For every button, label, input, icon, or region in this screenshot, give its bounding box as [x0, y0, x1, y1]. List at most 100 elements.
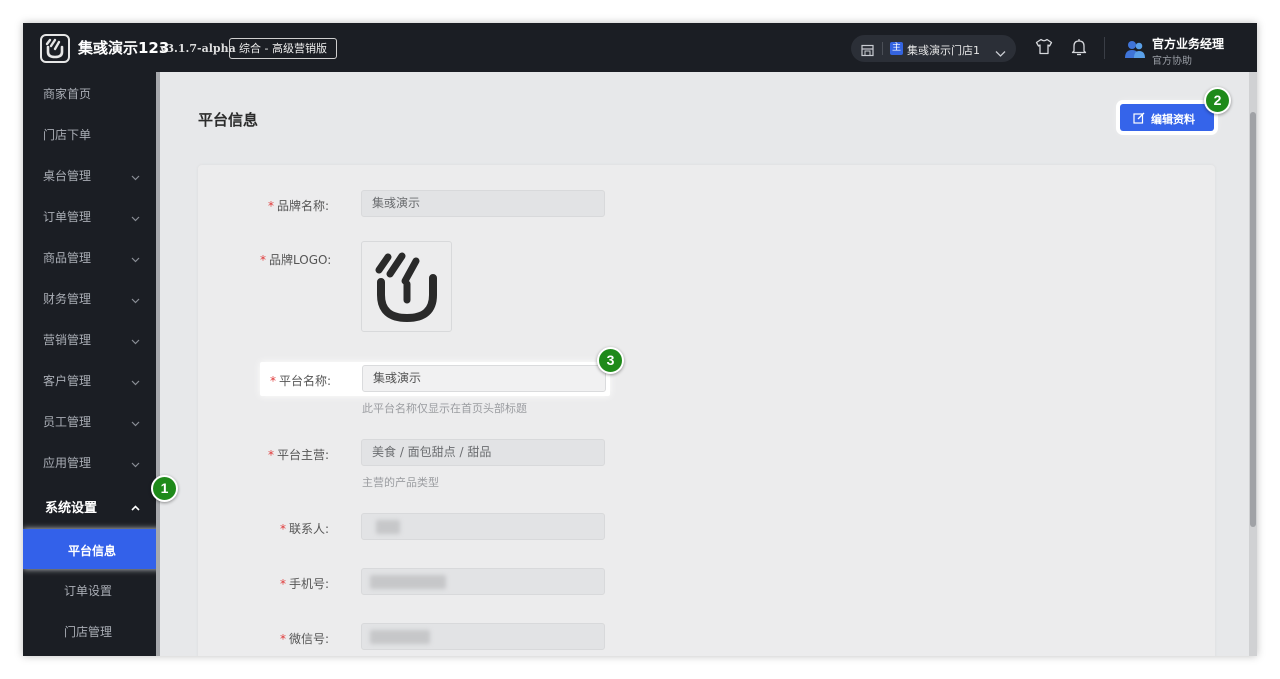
- sidebar-subitem-order-settings[interactable]: 订单设置: [23, 569, 166, 609]
- user-avatar-icon[interactable]: [1124, 39, 1146, 63]
- platform-name-hint: 此平台名称仅显示在首页头部标题: [362, 402, 527, 415]
- top-bar: 集彧演示123 v3.1.7-alpha 综合 - 高级营销版 主 集彧演示门店…: [23, 23, 1257, 72]
- wechat-field[interactable]: [361, 623, 605, 650]
- sidebar-item-label: 商家首页: [43, 87, 92, 101]
- store-selector[interactable]: 主 集彧演示门店1: [851, 35, 1016, 62]
- sidebar-item-label: 商品管理: [43, 251, 92, 265]
- app-logo-icon: [40, 34, 70, 63]
- required-mark: *: [280, 577, 286, 591]
- contact-label: * 联系人:: [280, 520, 329, 537]
- sidebar-item-home[interactable]: 商家首页: [23, 72, 156, 113]
- sidebar-item-label: 门店下单: [43, 128, 92, 142]
- store-badge: 主: [890, 42, 903, 55]
- chevron-down-icon: [131, 416, 140, 430]
- sidebar-item-label: 桌台管理: [43, 169, 92, 183]
- category-label-text: 平台主营:: [277, 448, 330, 462]
- sidebar-item-apps[interactable]: 应用管理: [23, 441, 156, 482]
- sidebar-item-label: 门店管理: [64, 625, 113, 639]
- blurred-value: [370, 575, 446, 589]
- platform-name-label-text: 平台名称:: [279, 374, 332, 388]
- brand-name-label: * 品牌名称:: [268, 197, 329, 214]
- sidebar-item-label: 财务管理: [43, 292, 92, 306]
- sidebar-item-label: 应用管理: [43, 456, 92, 470]
- divider: [1104, 37, 1105, 59]
- phone-field[interactable]: [361, 568, 605, 595]
- sidebar-item-orders[interactable]: 订单管理: [23, 195, 156, 236]
- chevron-down-icon: [131, 293, 140, 307]
- required-mark: *: [280, 632, 286, 646]
- sidebar-subitem-store-management[interactable]: 门店管理: [23, 610, 166, 650]
- app-version: v3.1.7-alpha: [160, 42, 236, 55]
- sidebar-item-staff[interactable]: 员工管理: [23, 400, 156, 441]
- brand-logo-label: * 品牌LOGO:: [260, 251, 331, 268]
- sidebar-item-label: 订单管理: [43, 210, 92, 224]
- category-hint: 主营的产品类型: [362, 476, 439, 489]
- page-title: 平台信息: [198, 111, 259, 129]
- bell-icon[interactable]: [1071, 38, 1087, 60]
- sidebar: 商家首页 门店下单 桌台管理 订单管理 商品管理 财务管理 营销管理 客户管理 …: [23, 72, 166, 656]
- platform-name-label: * 平台名称:: [270, 372, 331, 389]
- user-role: 官方协助: [1152, 56, 1192, 67]
- sidebar-item-label: 平台信息: [68, 544, 117, 558]
- wechat-label-text: 微信号:: [289, 632, 330, 646]
- blurred-value: [376, 520, 400, 534]
- contact-field[interactable]: [361, 513, 605, 540]
- chevron-down-icon: [131, 375, 140, 389]
- sidebar-item-label: 营销管理: [43, 333, 92, 347]
- required-mark: *: [268, 199, 274, 213]
- platform-name-field[interactable]: 集彧演示: [362, 365, 606, 392]
- step-badge-2: 2: [1204, 87, 1231, 114]
- sidebar-subitem-platform-info[interactable]: 平台信息: [23, 529, 166, 569]
- sidebar-item-tables[interactable]: 桌台管理: [23, 154, 156, 195]
- sidebar-item-products[interactable]: 商品管理: [23, 236, 156, 277]
- wechat-label: * 微信号:: [280, 630, 329, 647]
- app-window: 集彧演示123 v3.1.7-alpha 综合 - 高级营销版 主 集彧演示门店…: [23, 23, 1257, 656]
- edit-profile-label: 编辑资料: [1151, 113, 1195, 126]
- step-badge-3: 3: [597, 347, 624, 374]
- scrollbar[interactable]: [1249, 72, 1257, 656]
- contact-label-text: 联系人:: [289, 522, 330, 536]
- required-mark: *: [280, 522, 286, 536]
- brand-logo-label-text: 品牌LOGO:: [269, 253, 332, 267]
- form-card: [198, 165, 1215, 656]
- sidebar-item-label: 订单设置: [64, 584, 113, 598]
- sidebar-item-store-order[interactable]: 门店下单: [23, 113, 156, 154]
- category-field[interactable]: 美食 / 面包甜点 / 甜品: [361, 439, 605, 466]
- brand-name-label-text: 品牌名称:: [277, 199, 330, 213]
- required-mark: *: [268, 448, 274, 462]
- edition-tag: 综合 - 高级营销版: [229, 38, 337, 59]
- sidebar-item-marketing[interactable]: 营销管理: [23, 318, 156, 359]
- divider: [882, 42, 883, 55]
- sidebar-item-finance[interactable]: 财务管理: [23, 277, 156, 318]
- app-title: 集彧演示123: [78, 39, 170, 57]
- user-name[interactable]: 官方业务经理: [1152, 35, 1224, 52]
- sidebar-item-label: 客户管理: [43, 374, 92, 388]
- required-mark: *: [270, 374, 276, 388]
- chevron-down-icon: [131, 457, 140, 471]
- scrollbar-thumb[interactable]: [1250, 112, 1256, 527]
- brand-name-field[interactable]: 集彧演示: [361, 190, 605, 217]
- tshirt-icon[interactable]: [1035, 38, 1053, 59]
- chevron-down-icon: [131, 334, 140, 348]
- category-label: * 平台主营:: [268, 446, 329, 463]
- platform-name-row: * 平台名称: 集彧演示: [260, 362, 610, 396]
- blurred-value: [370, 630, 430, 644]
- sidebar-item-label: 系统设置: [45, 501, 98, 516]
- chevron-down-icon: [995, 43, 1006, 62]
- step-badge-1: 1: [151, 475, 178, 502]
- edit-profile-button[interactable]: 编辑资料: [1120, 104, 1214, 131]
- edit-icon: [1133, 112, 1145, 127]
- chevron-down-icon: [131, 211, 140, 225]
- shop-icon: [861, 42, 874, 61]
- brand-logo-image: [375, 252, 437, 323]
- required-mark: *: [260, 253, 266, 267]
- sidebar-item-system-settings[interactable]: 系统设置: [23, 484, 156, 525]
- chevron-up-icon: [131, 500, 140, 514]
- sidebar-item-label: 员工管理: [43, 415, 92, 429]
- brand-logo-upload[interactable]: [361, 241, 452, 332]
- chevron-down-icon: [131, 170, 140, 184]
- phone-label-text: 手机号:: [289, 577, 330, 591]
- store-name: 集彧演示门店1: [907, 44, 980, 57]
- sidebar-item-customers[interactable]: 客户管理: [23, 359, 156, 400]
- phone-label: * 手机号:: [280, 575, 329, 592]
